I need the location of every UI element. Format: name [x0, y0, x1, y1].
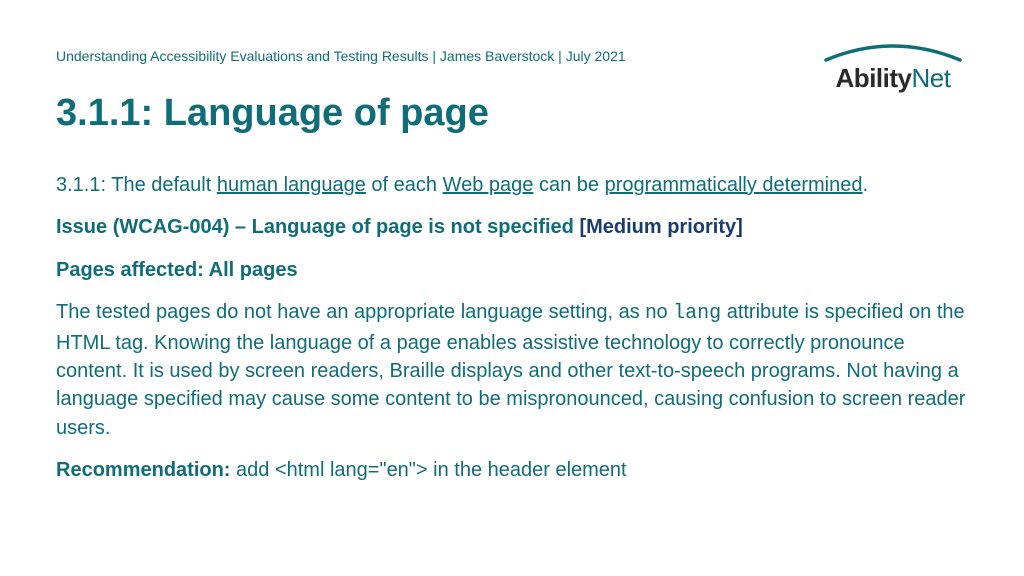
issue-line: Issue (WCAG-004) – Language of page is n… — [56, 213, 968, 241]
issue-description: The tested pages do not have an appropri… — [56, 298, 968, 442]
link-programmatically-determined[interactable]: programmatically determined — [605, 174, 863, 196]
criterion-suffix: . — [862, 174, 868, 196]
brand-logo: AbilityNet — [818, 40, 968, 94]
page-title: 3.1.1: Language of page — [56, 92, 968, 135]
recommendation: Recommendation: add <html lang="en"> in … — [56, 456, 968, 484]
issue-priority: [Medium priority] — [579, 216, 742, 238]
criterion-mid1: of each — [366, 174, 443, 196]
criterion-mid2: can be — [533, 174, 604, 196]
code-lang: lang — [673, 302, 721, 325]
content-body: 3.1.1: The default human language of eac… — [56, 171, 968, 485]
success-criterion: 3.1.1: The default human language of eac… — [56, 171, 968, 199]
pages-affected: Pages affected: All pages — [56, 256, 968, 284]
criterion-prefix: 3.1.1: The default — [56, 174, 217, 196]
recommendation-label: Recommendation: — [56, 459, 230, 481]
link-web-page[interactable]: Web page — [443, 174, 534, 196]
logo-brand-a: Ability — [836, 63, 912, 93]
logo-arc-icon — [818, 40, 968, 62]
description-part1: The tested pages do not have an appropri… — [56, 301, 673, 323]
recommendation-text: add <html lang="en"> in the header eleme… — [230, 459, 626, 481]
link-human-language[interactable]: human language — [217, 174, 366, 196]
logo-brand-b: Net — [911, 63, 950, 93]
logo-text: AbilityNet — [818, 63, 968, 94]
issue-title: Issue (WCAG-004) – Language of page is n… — [56, 216, 579, 238]
